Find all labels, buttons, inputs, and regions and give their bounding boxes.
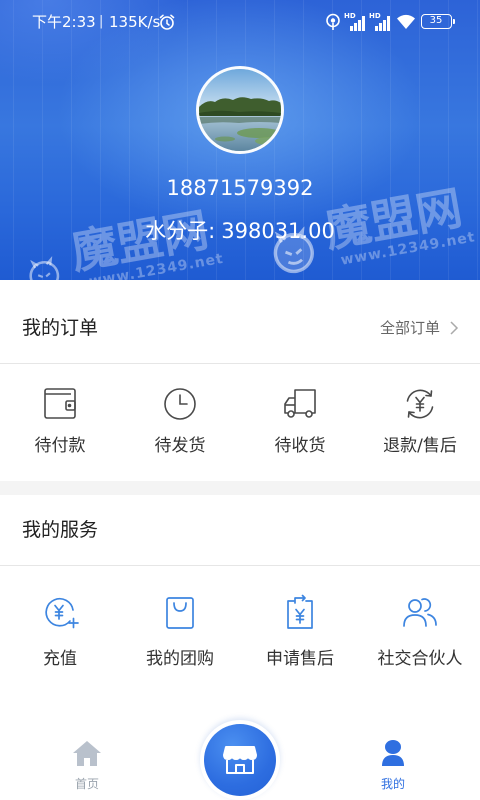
shopping-bag-icon <box>160 593 200 633</box>
battery-icon: 35 <box>421 14 455 29</box>
partners-icon <box>400 593 440 633</box>
tab-mine-label: 我的 <box>380 777 405 791</box>
order-pending-shipment[interactable]: 待发货 <box>120 384 240 464</box>
points-label: 水分子: <box>145 219 216 243</box>
my-services-title: 我的服务 <box>22 519 99 541</box>
status-separator: | <box>99 14 104 29</box>
home-icon <box>72 739 102 767</box>
tab-mine[interactable]: 我的 <box>346 739 440 797</box>
service-social-partner-label: 社交合伙人 <box>377 649 463 669</box>
wifi-icon <box>396 14 416 30</box>
service-group-buy[interactable]: 我的团购 <box>120 593 240 673</box>
avatar[interactable] <box>196 66 284 154</box>
after-sale-icon <box>280 593 320 633</box>
points-balance: 水分子: 398031.00 <box>0 219 480 243</box>
store-icon <box>222 744 258 776</box>
service-apply-aftersale[interactable]: 申请售后 <box>240 593 360 673</box>
sim1-hd-tag: HD <box>344 12 356 20</box>
all-orders-label: 全部订单 <box>380 319 441 337</box>
service-recharge[interactable]: 充值 <box>0 593 120 673</box>
store-center-button-circle <box>204 724 276 796</box>
service-apply-aftersale-label: 申请售后 <box>266 649 334 669</box>
order-pending-payment[interactable]: 待付款 <box>0 384 120 464</box>
services-grid: 充值 我的团购 申请售后 社交合伙人 <box>0 593 480 673</box>
chevron-right-icon <box>449 320 459 336</box>
order-pending-receipt-label: 待收货 <box>274 436 326 456</box>
order-refund-aftersale[interactable]: 退款/售后 <box>360 384 480 464</box>
my-orders-section: 我的订单 全部订单 待付款 待发货 待收货 退款/售后 <box>0 280 480 481</box>
refund-icon <box>400 384 440 424</box>
section-gap <box>0 481 480 495</box>
my-services-section: 我的服务 充值 我的团购 申请售后 社交合伙人 <box>0 495 480 733</box>
sim2-hd-tag: HD <box>369 12 381 20</box>
alarm-clock-icon <box>158 13 176 31</box>
service-recharge-label: 充值 <box>43 649 77 669</box>
service-social-partner[interactable]: 社交合伙人 <box>360 593 480 673</box>
battery-level: 35 <box>429 15 443 26</box>
order-refund-aftersale-label: 退款/售后 <box>383 436 457 456</box>
points-value: 398031.00 <box>221 219 335 243</box>
order-status-grid: 待付款 待发货 待收货 退款/售后 <box>0 384 480 464</box>
status-network-speed: 135K/s <box>109 13 161 31</box>
my-orders-title: 我的订单 <box>22 317 99 339</box>
service-group-buy-label: 我的团购 <box>146 649 214 669</box>
order-pending-shipment-label: 待发货 <box>154 436 206 456</box>
signal-sim2-icon: HD <box>369 12 391 32</box>
user-icon <box>378 739 408 767</box>
clock-icon <box>160 384 200 424</box>
recharge-icon <box>40 593 80 633</box>
all-orders-link[interactable]: 全部订单 <box>380 319 462 337</box>
profile-header: 魔盟网 www.12349.net 魔盟网 www.12349.net 下午2:… <box>0 0 480 280</box>
tab-home[interactable]: 首页 <box>40 739 134 797</box>
profile-screen: 魔盟网 www.12349.net 魔盟网 www.12349.net 下午2:… <box>0 0 480 800</box>
order-pending-receipt[interactable]: 待收货 <box>240 384 360 464</box>
divider <box>0 363 480 364</box>
signal-sim1-icon: HD <box>344 12 366 32</box>
tab-home-label: 首页 <box>74 777 99 791</box>
hotspot-icon <box>325 13 341 31</box>
status-time: 下午2:33 <box>32 13 96 31</box>
truck-icon <box>280 384 320 424</box>
user-phone: 18871579392 <box>166 176 314 200</box>
order-pending-payment-label: 待付款 <box>34 436 86 456</box>
wallet-icon <box>40 384 80 424</box>
status-bar: 下午2:33 | 135K/s HD HD 35 <box>0 0 480 44</box>
divider <box>0 565 480 566</box>
store-center-button[interactable] <box>200 720 280 800</box>
watermark-logo-icon <box>24 255 64 280</box>
